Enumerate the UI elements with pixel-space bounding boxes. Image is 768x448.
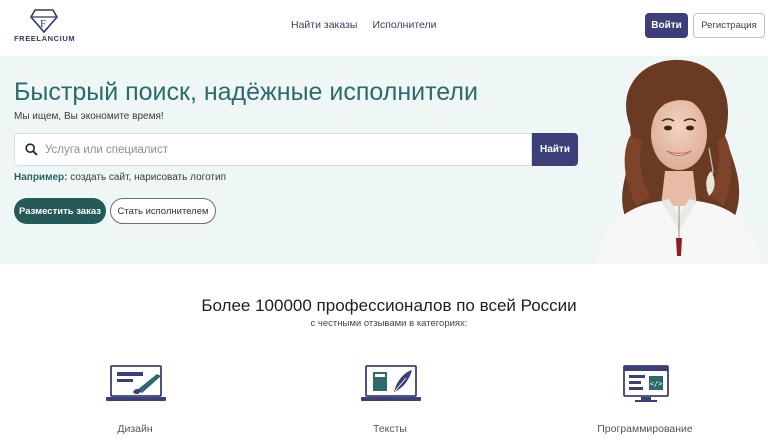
svg-text:</>: </>	[650, 380, 663, 388]
login-button[interactable]: Войти	[645, 13, 688, 38]
search-input[interactable]	[45, 134, 525, 165]
header: F FREELANCIUM Найти заказы Исполнители В…	[0, 0, 768, 52]
main-nav: Найти заказы Исполнители	[291, 19, 437, 31]
search-example: Например: создать сайт, нарисовать логот…	[14, 172, 226, 183]
logo-diamond-icon: F	[30, 9, 58, 34]
stats-title: Более 100000 профессионалов по всей Росс…	[201, 296, 577, 315]
category-texts-label: Тексты	[373, 423, 407, 435]
post-order-button[interactable]: Разместить заказ	[14, 198, 106, 224]
category-design[interactable]: Дизайн	[65, 362, 205, 442]
laptop-book-quill-icon	[361, 365, 421, 401]
become-freelancer-button[interactable]: Стать исполнителем	[110, 198, 216, 224]
example-label: Например:	[14, 172, 68, 183]
svg-text:F: F	[40, 18, 46, 30]
hero-woman-photo	[595, 59, 763, 264]
hero-title: Быстрый поиск, надёжные исполнители	[14, 78, 478, 106]
monitor-code-icon: </>	[623, 365, 669, 402]
find-button[interactable]: Найти	[532, 133, 578, 166]
logo[interactable]: F FREELANCIUM	[14, 8, 78, 44]
register-button[interactable]: Регистрация	[693, 13, 765, 38]
hero-section: Быстрый поиск, надёжные исполнители Мы и…	[0, 56, 768, 264]
stats-subtitle: с честными отзывами в категориях:	[310, 318, 468, 329]
category-texts[interactable]: Тексты	[320, 362, 460, 442]
example-text[interactable]: создать сайт, нарисовать логотип	[67, 172, 226, 183]
laptop-brush-icon	[106, 365, 166, 401]
search-box	[14, 133, 532, 166]
hero-subtitle: Мы ищем, Вы экономите время!	[14, 111, 164, 122]
category-programming[interactable]: </> Программирование	[575, 362, 715, 442]
category-design-label: Дизайн	[117, 423, 153, 435]
nav-freelancers[interactable]: Исполнители	[372, 19, 436, 31]
nav-find-orders[interactable]: Найти заказы	[291, 19, 357, 31]
logo-text: FREELANCIUM	[14, 34, 76, 43]
search-icon	[25, 143, 38, 156]
category-programming-label: Программирование	[597, 423, 693, 435]
